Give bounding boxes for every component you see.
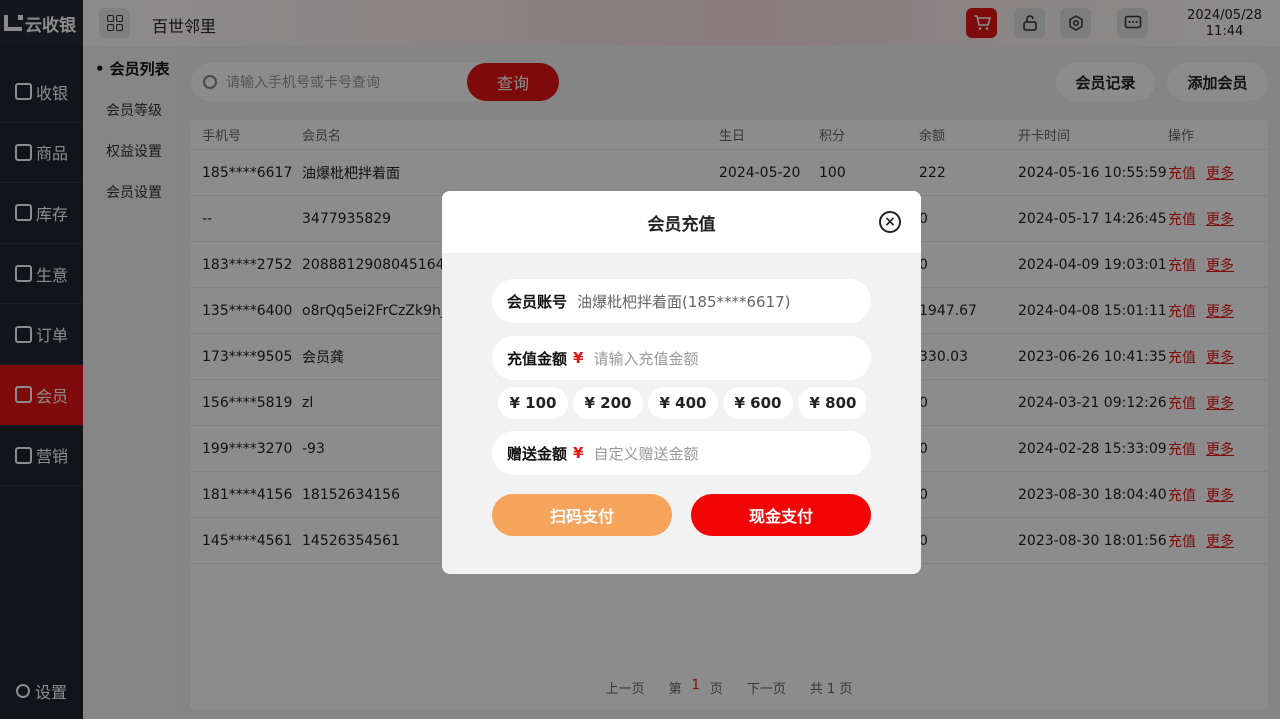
member-recharge-dialog: 会员充值 × 会员账号 油爆枇杷拌着面(185****6617) 充值金额 ¥ …: [442, 191, 921, 574]
gift-placeholder: 自定义赠送金额: [593, 444, 699, 463]
dialog-header: 会员充值 ×: [442, 191, 921, 253]
yen-icon: ¥: [573, 444, 584, 462]
scan-pay-button[interactable]: 扫码支付: [492, 494, 672, 536]
preset-amount-button[interactable]: ¥ 800: [798, 387, 866, 419]
close-icon: ×: [884, 214, 896, 230]
gift-amount-input[interactable]: 赠送金额 ¥ 自定义赠送金额: [492, 431, 871, 475]
member-account-field: 会员账号 油爆枇杷拌着面(185****6617): [492, 279, 871, 323]
account-value: 油爆枇杷拌着面(185****6617): [577, 292, 791, 311]
amount-label: 充值金额: [507, 349, 568, 368]
dialog-title: 会员充值: [647, 214, 716, 235]
amount-placeholder: 请输入充值金额: [593, 349, 699, 368]
close-button[interactable]: ×: [879, 211, 901, 233]
recharge-amount-input[interactable]: 充值金额 ¥ 请输入充值金额: [492, 336, 871, 380]
preset-amounts: ¥ 100 ¥ 200 ¥ 400 ¥ 600 ¥ 800: [498, 387, 866, 423]
yen-icon: ¥: [573, 349, 584, 367]
preset-amount-button[interactable]: ¥ 100: [498, 387, 568, 419]
preset-amount-button[interactable]: ¥ 600: [723, 387, 793, 419]
preset-amount-button[interactable]: ¥ 200: [573, 387, 643, 419]
account-label: 会员账号: [507, 292, 568, 311]
gift-label: 赠送金额: [507, 444, 568, 463]
preset-amount-button[interactable]: ¥ 400: [648, 387, 718, 419]
cash-pay-button[interactable]: 现金支付: [691, 494, 871, 536]
